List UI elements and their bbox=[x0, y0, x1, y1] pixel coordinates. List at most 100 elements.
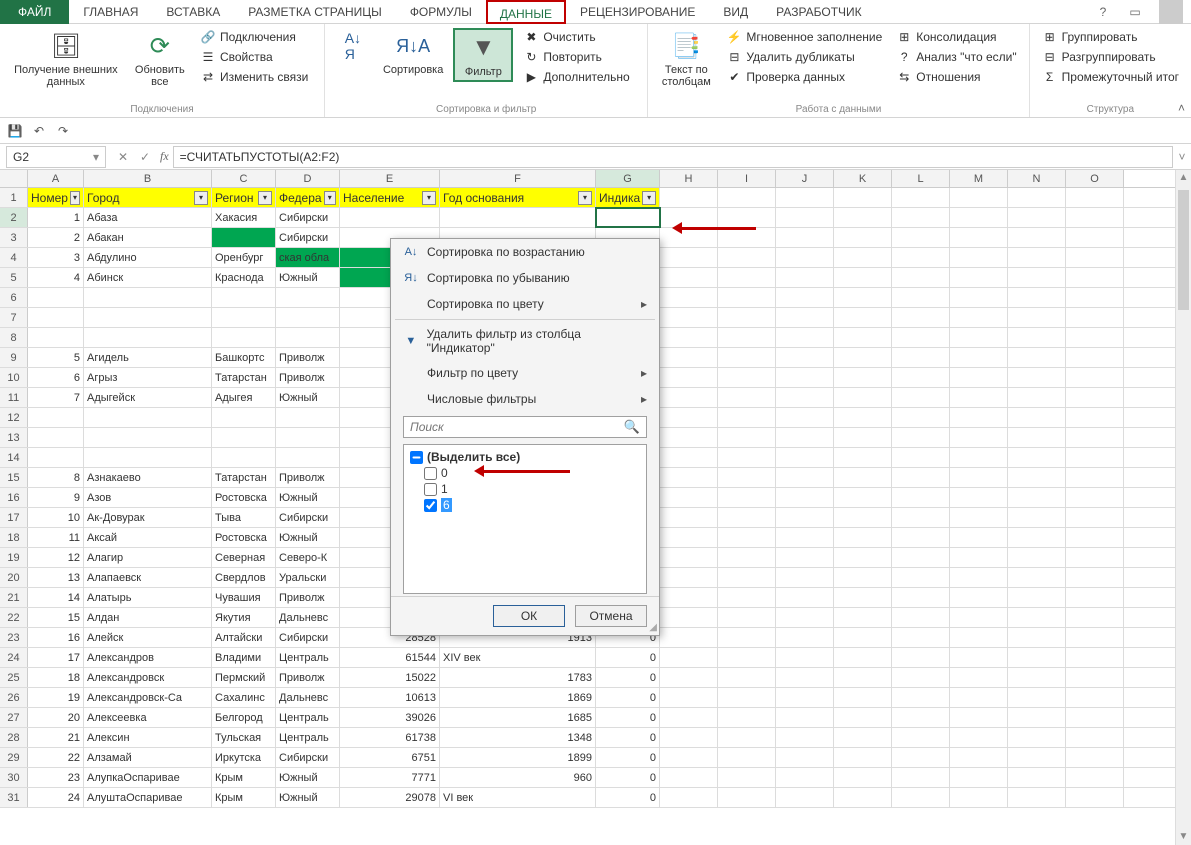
cell[interactable] bbox=[660, 388, 718, 407]
cell[interactable] bbox=[776, 368, 834, 387]
cell[interactable] bbox=[1008, 748, 1066, 767]
row-head[interactable]: 1 bbox=[0, 188, 28, 207]
cell[interactable]: 19 bbox=[28, 688, 84, 707]
cell[interactable] bbox=[776, 708, 834, 727]
cell[interactable] bbox=[834, 228, 892, 247]
cell[interactable] bbox=[1008, 288, 1066, 307]
cell[interactable]: 20 bbox=[28, 708, 84, 727]
cell[interactable] bbox=[950, 648, 1008, 667]
cell[interactable] bbox=[718, 488, 776, 507]
filter-value-1[interactable]: 1 bbox=[410, 481, 640, 497]
col-head-K[interactable]: K bbox=[834, 170, 892, 187]
cell[interactable]: Сахалинс bbox=[212, 688, 276, 707]
cell[interactable] bbox=[834, 448, 892, 467]
cell[interactable] bbox=[1066, 288, 1124, 307]
cell[interactable]: Татарстан bbox=[212, 468, 276, 487]
cell[interactable] bbox=[950, 248, 1008, 267]
cell[interactable] bbox=[776, 288, 834, 307]
cell[interactable] bbox=[950, 428, 1008, 447]
cell[interactable] bbox=[28, 448, 84, 467]
cell[interactable]: 0 bbox=[596, 708, 660, 727]
cell[interactable] bbox=[1066, 308, 1124, 327]
cell[interactable] bbox=[84, 448, 212, 467]
cell[interactable]: АлупкаОспаривае bbox=[84, 768, 212, 787]
cell[interactable] bbox=[1066, 688, 1124, 707]
cell[interactable] bbox=[776, 308, 834, 327]
col-head-B[interactable]: B bbox=[84, 170, 212, 187]
cell[interactable] bbox=[718, 628, 776, 647]
col-head-L[interactable]: L bbox=[892, 170, 950, 187]
cell[interactable] bbox=[892, 688, 950, 707]
cell[interactable]: 61738 bbox=[340, 728, 440, 747]
header-cell[interactable]: Год основания▾ bbox=[440, 188, 596, 207]
cell[interactable] bbox=[950, 328, 1008, 347]
cell[interactable] bbox=[212, 448, 276, 467]
row-head[interactable]: 7 bbox=[0, 308, 28, 327]
consolidate-button[interactable]: ⊞Консолидация bbox=[892, 28, 1020, 46]
cell[interactable] bbox=[776, 268, 834, 287]
cell[interactable]: 5 bbox=[28, 348, 84, 367]
cell[interactable] bbox=[892, 568, 950, 587]
sort-az-button[interactable]: A↓Я bbox=[333, 28, 373, 64]
cell[interactable] bbox=[892, 328, 950, 347]
cell[interactable]: 4 bbox=[28, 268, 84, 287]
cell[interactable] bbox=[950, 528, 1008, 547]
cell[interactable] bbox=[660, 248, 718, 267]
sort-color-item[interactable]: Сортировка по цвету▸ bbox=[391, 291, 659, 317]
row-head[interactable]: 6 bbox=[0, 288, 28, 307]
cell[interactable] bbox=[834, 328, 892, 347]
cell[interactable] bbox=[1008, 368, 1066, 387]
cell[interactable] bbox=[1066, 408, 1124, 427]
cell[interactable] bbox=[892, 728, 950, 747]
cell[interactable] bbox=[1066, 388, 1124, 407]
cell[interactable]: Дальневс bbox=[276, 688, 340, 707]
cell[interactable] bbox=[718, 248, 776, 267]
cell[interactable] bbox=[660, 448, 718, 467]
cell[interactable] bbox=[892, 528, 950, 547]
tab-review[interactable]: РЕЦЕНЗИРОВАНИЕ bbox=[566, 0, 709, 24]
cell[interactable] bbox=[892, 188, 950, 207]
cell[interactable]: 0 bbox=[596, 688, 660, 707]
cell[interactable] bbox=[950, 308, 1008, 327]
cell[interactable] bbox=[718, 588, 776, 607]
cell[interactable] bbox=[1066, 448, 1124, 467]
cell[interactable] bbox=[718, 648, 776, 667]
remove-duplicates-button[interactable]: ⊟Удалить дубликаты bbox=[722, 48, 886, 66]
cell[interactable]: Централь bbox=[276, 708, 340, 727]
cell[interactable] bbox=[28, 308, 84, 327]
redo-button[interactable]: ↷ bbox=[54, 122, 72, 140]
row-head[interactable]: 19 bbox=[0, 548, 28, 567]
cell[interactable] bbox=[660, 608, 718, 627]
what-if-button[interactable]: ?Анализ "что если" bbox=[892, 48, 1020, 66]
cell[interactable] bbox=[834, 748, 892, 767]
cell[interactable]: 1 bbox=[28, 208, 84, 227]
row-head[interactable]: 16 bbox=[0, 488, 28, 507]
cell[interactable] bbox=[718, 548, 776, 567]
cell[interactable] bbox=[776, 648, 834, 667]
cell[interactable]: Приволж bbox=[276, 348, 340, 367]
col-head-I[interactable]: I bbox=[718, 170, 776, 187]
cell[interactable] bbox=[892, 468, 950, 487]
cell[interactable]: Алдан bbox=[84, 608, 212, 627]
cell[interactable] bbox=[834, 248, 892, 267]
cell[interactable] bbox=[892, 368, 950, 387]
cell[interactable] bbox=[834, 288, 892, 307]
cell[interactable]: Александровск bbox=[84, 668, 212, 687]
cell[interactable] bbox=[776, 568, 834, 587]
cell[interactable] bbox=[660, 768, 718, 787]
row-head[interactable]: 28 bbox=[0, 728, 28, 747]
cell[interactable] bbox=[1008, 228, 1066, 247]
cell[interactable] bbox=[718, 208, 776, 227]
window-icon[interactable]: ▭ bbox=[1125, 2, 1145, 22]
cell[interactable]: Башкортс bbox=[212, 348, 276, 367]
cell[interactable]: Алексин bbox=[84, 728, 212, 747]
cell[interactable]: 14 bbox=[28, 588, 84, 607]
cell[interactable]: 15 bbox=[28, 608, 84, 627]
cell[interactable] bbox=[834, 768, 892, 787]
cell[interactable] bbox=[718, 188, 776, 207]
cell[interactable] bbox=[776, 608, 834, 627]
filter-search-input[interactable] bbox=[410, 420, 624, 434]
cell[interactable]: Абакан bbox=[84, 228, 212, 247]
cell[interactable] bbox=[660, 308, 718, 327]
cell[interactable] bbox=[892, 248, 950, 267]
